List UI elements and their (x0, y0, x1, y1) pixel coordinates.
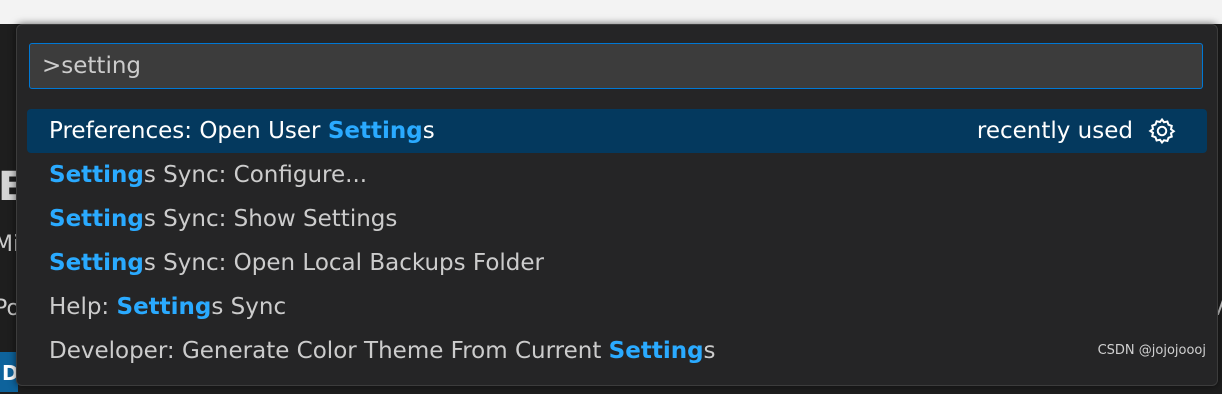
command-item-suffix: s (423, 118, 435, 144)
command-item-suffix: s (704, 338, 716, 364)
command-item-match: Setting (49, 206, 144, 232)
command-item-open-user-settings[interactable]: Preferences: Open User Settings recently… (27, 109, 1207, 153)
command-item-prefix: Developer: Generate Color Theme From Cur… (49, 338, 609, 364)
gear-icon[interactable] (1147, 116, 1177, 146)
command-item-settings-sync-configure[interactable]: Settings Sync: Configure... (27, 153, 1207, 197)
command-item-meta: recently used (977, 109, 1177, 153)
command-palette: Preferences: Open User Settings recently… (16, 24, 1218, 386)
command-item-help-settings-sync[interactable]: Help: Settings Sync (27, 285, 1207, 329)
recently-used-label: recently used (977, 109, 1133, 153)
command-result-list: Preferences: Open User Settings recently… (27, 109, 1207, 373)
command-item-match: Setting (49, 250, 144, 276)
command-item-settings-sync-show-settings[interactable]: Settings Sync: Show Settings (27, 197, 1207, 241)
command-item-settings-sync-open-backups[interactable]: Settings Sync: Open Local Backups Folder (27, 241, 1207, 285)
watermark: CSDN @jojojoooj (1098, 343, 1206, 358)
command-search-input[interactable] (30, 44, 1202, 88)
command-item-suffix: s Sync: Open Local Backups Folder (144, 250, 544, 276)
command-palette-input-box (29, 43, 1203, 89)
command-item-suffix: s Sync: Show Settings (144, 206, 398, 232)
command-item-suffix: s Sync: Configure... (144, 162, 367, 188)
command-item-match: Setting (609, 338, 704, 364)
command-item-suffix: s Sync (211, 294, 286, 320)
window-top-strip (0, 0, 1222, 24)
command-item-generate-color-theme[interactable]: Developer: Generate Color Theme From Cur… (27, 329, 1207, 373)
command-item-match: Setting (49, 162, 144, 188)
command-item-prefix: Preferences: Open User (49, 118, 328, 144)
command-item-match: Setting (117, 294, 212, 320)
command-item-match: Setting (328, 118, 423, 144)
command-item-prefix: Help: (49, 294, 117, 320)
